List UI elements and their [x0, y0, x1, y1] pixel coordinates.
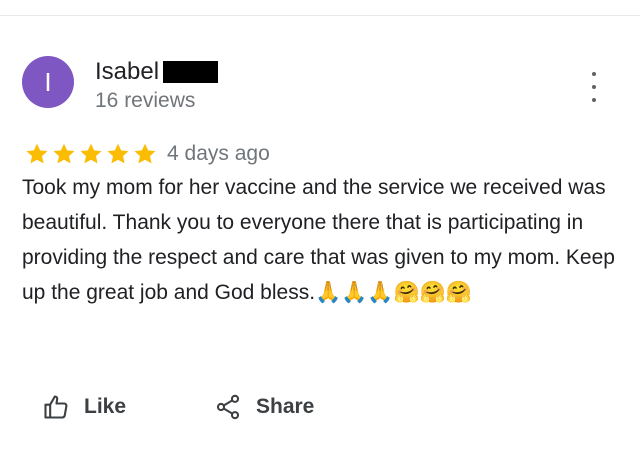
star-icon: [26, 143, 48, 164]
star-rating: [24, 141, 158, 167]
star-icon: [134, 143, 156, 164]
like-label: Like: [84, 395, 127, 418]
top-divider: [0, 15, 640, 16]
review-text: Took my mom for her vaccine and the serv…: [22, 176, 615, 304]
like-button[interactable]: Like: [42, 390, 126, 424]
share-label: Share: [256, 395, 315, 418]
star-icon: [53, 143, 75, 164]
more-options-button[interactable]: [584, 72, 604, 102]
review-time: 4 days ago: [167, 142, 270, 165]
name-redaction-bar: [163, 61, 219, 83]
thumb-up-icon: [44, 395, 68, 419]
share-button[interactable]: Share: [214, 390, 314, 424]
reviewer-review-count[interactable]: 16 reviews: [95, 88, 195, 114]
more-vert-icon: [592, 72, 596, 76]
star-icon: [107, 143, 129, 164]
reviewer-name-row: Isabel: [95, 58, 219, 86]
star-icon: [80, 143, 102, 164]
reviewer-name[interactable]: Isabel: [95, 58, 159, 86]
share-icon: [216, 394, 240, 420]
avatar-initial: I: [44, 66, 52, 97]
avatar[interactable]: I: [22, 56, 74, 108]
rating-row: 4 days ago: [24, 139, 270, 169]
